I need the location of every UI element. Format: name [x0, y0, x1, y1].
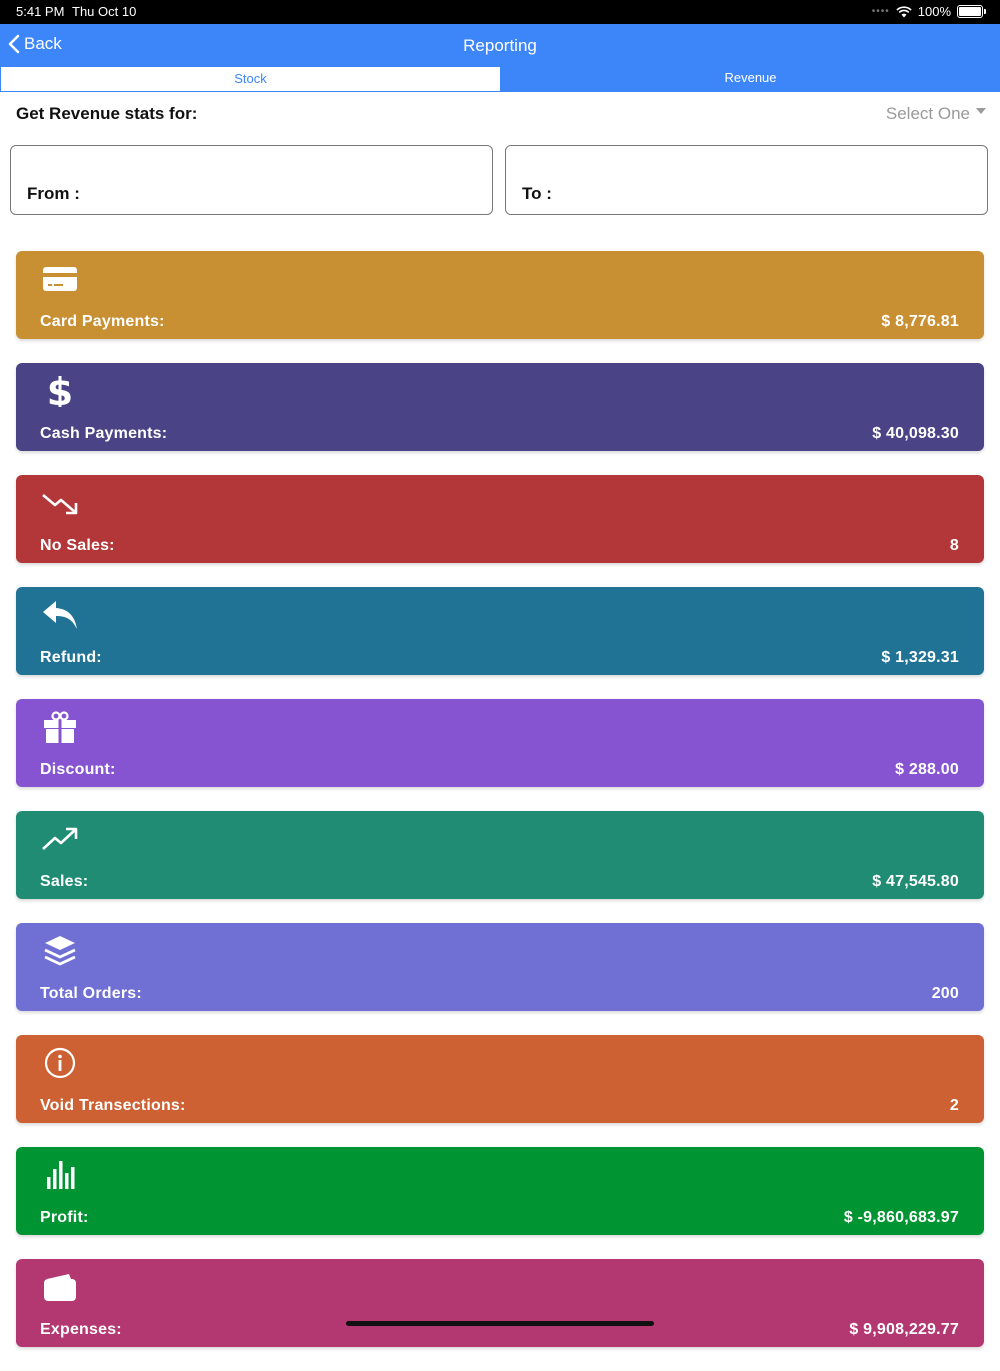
card-label: Void Transections:	[40, 1097, 186, 1114]
gift-icon	[44, 711, 76, 743]
card-label: Card Payments:	[40, 313, 165, 330]
from-label: From :	[27, 184, 80, 203]
signal-icon: ••••	[871, 6, 890, 17]
void-transactions-card: Void Transections: 2	[16, 1035, 984, 1123]
battery-icon	[957, 5, 983, 18]
card-label: Total Orders:	[40, 985, 142, 1002]
period-select-value: Select One	[885, 104, 970, 123]
tab-revenue[interactable]: Revenue	[501, 66, 1000, 92]
cash-payments-card: $ Cash Payments: $ 40,098.30	[16, 363, 984, 451]
card-value: 8	[949, 537, 959, 554]
card-value: $ -9,860,683.97	[843, 1209, 959, 1226]
card-label: Sales:	[40, 873, 89, 890]
card-value: 200	[931, 985, 959, 1002]
nav-bar: Back Reporting	[0, 24, 1000, 67]
card-value: $ 288.00	[895, 761, 959, 778]
svg-text:$: $	[47, 375, 73, 407]
trend-up-icon	[42, 827, 78, 850]
card-payments-card: Card Payments: $ 8,776.81	[16, 251, 984, 339]
from-date-field[interactable]: From :	[10, 145, 493, 215]
layers-icon	[44, 936, 76, 966]
info-icon	[44, 1047, 76, 1079]
discount-card: Discount: $ 288.00	[16, 699, 984, 787]
period-select[interactable]: Select One	[886, 104, 986, 124]
card-value: $ 1,329.31	[881, 649, 959, 666]
card-value: $ 8,776.81	[881, 313, 959, 330]
page-title: Reporting	[463, 36, 537, 55]
card-label: Refund:	[40, 649, 102, 666]
card-value: $ 47,545.80	[872, 873, 959, 890]
filter-label: Get Revenue stats for:	[16, 104, 198, 123]
no-sales-card: No Sales: 8	[16, 475, 984, 563]
card-label: Discount:	[40, 761, 116, 778]
status-right: •••• 100%	[872, 4, 986, 19]
tab-stock[interactable]: Stock	[0, 66, 501, 92]
battery-tip	[984, 9, 986, 14]
stats-cards: Card Payments: $ 8,776.81 $ Cash Payment…	[16, 251, 984, 1371]
status-time: 5:41 PM	[16, 4, 65, 19]
card-label: Profit:	[40, 1209, 89, 1226]
home-indicator	[346, 1321, 654, 1326]
sales-card: Sales: $ 47,545.80	[16, 811, 984, 899]
refund-card: Refund: $ 1,329.31	[16, 587, 984, 675]
wifi-icon	[896, 5, 912, 17]
card-value: 2	[949, 1097, 959, 1114]
bar-chart-icon	[47, 1161, 75, 1189]
card-label: Expenses:	[40, 1321, 122, 1338]
reply-icon	[43, 601, 77, 629]
dollar-icon: $	[47, 375, 73, 407]
credit-card-icon	[43, 267, 77, 291]
card-label: No Sales:	[40, 537, 115, 554]
segmented-control: Stock Revenue	[0, 66, 1000, 92]
profit-card: Profit: $ -9,860,683.97	[16, 1147, 984, 1235]
battery-percent: 100%	[917, 4, 951, 19]
to-label: To :	[522, 184, 552, 203]
trend-down-icon	[42, 494, 78, 515]
to-date-field[interactable]: To :	[505, 145, 988, 215]
status-date: Thu Oct 10	[72, 4, 137, 19]
card-value: $ 40,098.30	[872, 425, 959, 442]
total-orders-card: Total Orders: 200	[16, 923, 984, 1011]
card-value: $ 9,908,229.77	[849, 1321, 959, 1338]
wallet-icon	[44, 1274, 76, 1301]
card-label: Cash Payments:	[40, 425, 168, 442]
status-bar: 5:41 PM Thu Oct 10 •••• 100%	[0, 0, 1000, 24]
caret-down-icon	[976, 108, 986, 114]
